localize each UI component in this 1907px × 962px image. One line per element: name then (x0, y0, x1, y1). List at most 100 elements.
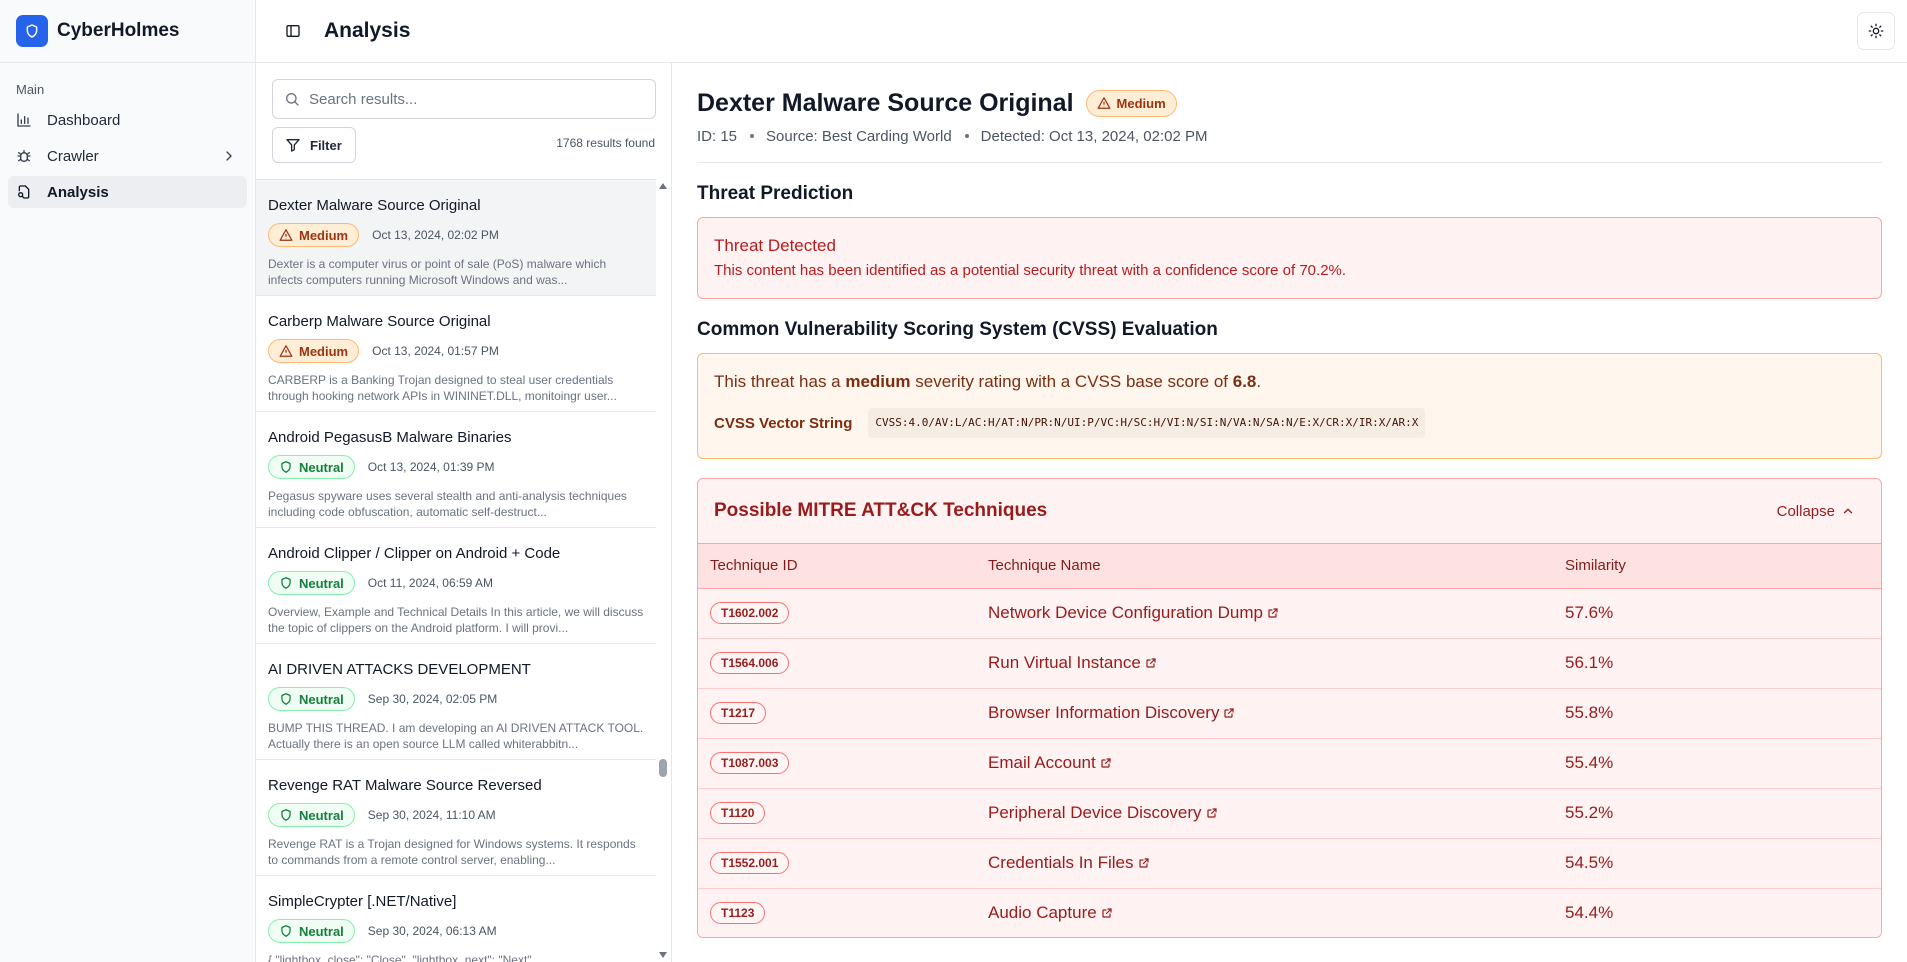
results-count: 1768 results found (556, 136, 655, 150)
scroll-down-arrow-icon[interactable] (659, 952, 667, 958)
table-row: T1602.002 Network Device Configuration D… (698, 588, 1881, 639)
column-header: Technique Name (988, 544, 1565, 589)
shield-check-icon (279, 460, 293, 474)
collapse-label: Collapse (1776, 502, 1835, 520)
result-date: Oct 11, 2024, 06:59 AM (367, 576, 493, 590)
badge-label: Neutral (299, 691, 344, 707)
shield-check-icon (279, 924, 293, 938)
warning-icon (279, 228, 293, 242)
mitre-header: Possible MITRE ATT&CK Techniques Collaps… (698, 479, 1881, 544)
brand[interactable]: CyberHolmes (0, 0, 255, 63)
threat-alert-text: This content has been identified as a po… (714, 262, 1347, 279)
badge-label: Neutral (299, 459, 344, 475)
sidebar-toggle-button[interactable] (277, 15, 309, 47)
sidebar-item-dashboard[interactable]: Dashboard (8, 104, 247, 136)
list-item[interactable]: SimpleCrypter [.NET/Native] Neutral Sep … (256, 876, 656, 962)
severity-badge: Medium (1085, 89, 1177, 117)
technique-link[interactable]: Run Virtual Instance (988, 653, 1157, 673)
results-scrollbar[interactable] (655, 179, 671, 962)
search-input[interactable] (309, 90, 649, 108)
search-box[interactable] (272, 79, 656, 119)
similarity-value: 56.1% (1565, 638, 1881, 689)
list-item[interactable]: Revenge RAT Malware Source Reversed Neut… (256, 760, 656, 876)
nav-section-label: Main (16, 82, 45, 97)
collapse-button[interactable]: Collapse (1777, 503, 1855, 520)
technique-link[interactable]: Credentials In Files (988, 853, 1150, 873)
result-date: Sep 30, 2024, 02:05 PM (367, 692, 498, 706)
result-description: Revenge RAT is a Trojan designed for Win… (268, 837, 636, 867)
result-date: Oct 13, 2024, 01:39 PM (367, 460, 495, 474)
technique-id-badge: T1564.006 (710, 652, 790, 674)
status-badge: Neutral (268, 687, 355, 711)
technique-link[interactable]: Email Account (988, 753, 1112, 773)
results-pane: Filter 1768 results found Dexter Malware… (256, 63, 672, 962)
sidebar-item-label: Crawler (47, 147, 99, 165)
shield-check-icon (279, 692, 293, 706)
scroll-up-arrow-icon[interactable] (659, 183, 667, 189)
filter-button[interactable]: Filter (272, 127, 356, 163)
result-date: Oct 13, 2024, 02:02 PM (372, 228, 499, 242)
cvss-panel: This threat has a medium severity rating… (697, 353, 1882, 459)
status-badge: Medium (268, 339, 360, 363)
warning-icon (279, 344, 293, 358)
status-badge: Neutral (268, 919, 355, 943)
scroll-thumb[interactable] (659, 759, 667, 777)
badge-label: Medium (1116, 95, 1166, 111)
result-title: Dexter Malware Source Original (268, 197, 481, 214)
separator-dot (964, 134, 969, 138)
result-date: Sep 30, 2024, 11:10 AM (367, 808, 496, 822)
technique-id-badge: T1602.002 (710, 602, 790, 624)
threat-alert-title: Threat Detected (714, 236, 836, 255)
similarity-value: 54.5% (1565, 838, 1881, 889)
threat-alert: Threat Detected This content has been id… (697, 217, 1882, 299)
sidebar-item-crawler[interactable]: Crawler (8, 140, 247, 172)
technique-link[interactable]: Network Device Configuration Dump (988, 603, 1279, 623)
sidebar-item-analysis[interactable]: Analysis (8, 176, 247, 208)
chevron-right-icon[interactable] (221, 148, 237, 164)
search-icon (284, 91, 300, 107)
panel-left-icon (286, 25, 300, 37)
top-bar: Analysis (256, 0, 1907, 63)
similarity-value: 55.4% (1565, 738, 1881, 789)
detail-meta: ID: 15 Source: Best Carding World Detect… (697, 126, 1882, 146)
technique-id-badge: T1217 (710, 702, 767, 724)
table-row: T1087.003 Email Account 55.4% (698, 738, 1881, 789)
theme-toggle-button[interactable] (1857, 12, 1895, 50)
chevron-up-icon (1841, 504, 1855, 518)
result-date: Sep 30, 2024, 06:13 AM (367, 924, 497, 938)
warning-icon (1097, 96, 1111, 110)
cvss-section-title: Common Vulnerability Scoring System (CVS… (697, 319, 1218, 340)
sidebar-item-label: Analysis (47, 183, 109, 201)
list-item[interactable]: Android Clipper / Clipper on Android + C… (256, 528, 656, 644)
badge-label: Neutral (299, 807, 344, 823)
status-badge: Neutral (268, 571, 355, 595)
list-item[interactable]: Dexter Malware Source Original Medium Oc… (256, 180, 656, 296)
list-item[interactable]: AI DRIVEN ATTACKS DEVELOPMENT Neutral Se… (256, 644, 656, 760)
bar-chart-icon (16, 112, 32, 128)
cvss-severity: medium (845, 372, 911, 391)
result-title: Android PegasusB Malware Binaries (268, 429, 512, 446)
similarity-value: 57.6% (1565, 588, 1881, 639)
technique-link[interactable]: Peripheral Device Discovery (988, 803, 1218, 823)
result-title: Android Clipper / Clipper on Android + C… (268, 545, 561, 562)
technique-id-badge: T1087.003 (710, 752, 790, 774)
external-link-icon (1138, 857, 1150, 869)
table-row: T1217 Browser Information Discovery 55.8… (698, 688, 1881, 739)
result-description: BUMP THIS THREAD. I am developing an AI … (268, 721, 644, 751)
file-search-icon (16, 184, 32, 200)
list-item[interactable]: Android PegasusB Malware Binaries Neutra… (256, 412, 656, 528)
status-badge: Medium (268, 223, 360, 247)
external-link-icon (1223, 707, 1235, 719)
detail-pane: Dexter Malware Source Original Medium ID… (673, 63, 1907, 962)
list-item[interactable]: Carberp Malware Source Original Medium O… (256, 296, 656, 412)
technique-link[interactable]: Audio Capture (988, 903, 1113, 923)
table-row: T1552.001 Credentials In Files 54.5% (698, 838, 1881, 889)
result-description: CARBERP is a Banking Trojan designed to … (268, 373, 617, 403)
detail-source: Source: Best Carding World (766, 127, 952, 145)
result-title: Revenge RAT Malware Source Reversed (268, 777, 542, 794)
sidebar-item-label: Dashboard (47, 111, 121, 129)
detail-title: Dexter Malware Source Original (697, 88, 1074, 117)
cvss-vector-string: CVSS:4.0/AV:L/AC:H/AT:N/PR:N/UI:P/VC:H/S… (868, 408, 1426, 438)
badge-label: Medium (299, 227, 349, 243)
technique-link[interactable]: Browser Information Discovery (988, 703, 1235, 723)
